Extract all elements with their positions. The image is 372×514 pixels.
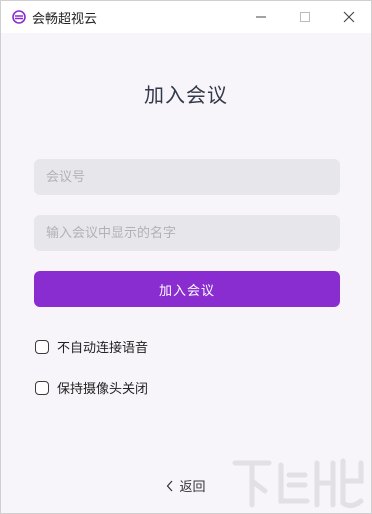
maximize-icon xyxy=(300,12,310,22)
back-label: 返回 xyxy=(179,480,206,495)
no-auto-audio-checkbox[interactable] xyxy=(35,339,49,354)
maximize-button[interactable] xyxy=(283,1,327,33)
page-title: 加入会议 xyxy=(144,83,228,107)
minimize-icon xyxy=(256,16,266,18)
camera-off-checkbox[interactable] xyxy=(35,380,49,395)
display-name-input[interactable] xyxy=(34,215,340,251)
title-bar[interactable]: 会畅超视云 xyxy=(1,1,371,33)
chevron-left-icon xyxy=(167,480,173,491)
join-meeting-button[interactable]: 加入会议 xyxy=(34,271,340,307)
meeting-id-input[interactable] xyxy=(34,159,340,195)
option-camera-off[interactable]: 保持摄像头关闭 xyxy=(35,378,148,397)
app-logo-icon xyxy=(12,10,26,24)
window-title: 会畅超视云 xyxy=(32,11,98,27)
window-controls xyxy=(239,1,371,33)
minimize-button[interactable] xyxy=(239,1,283,33)
no-auto-audio-label: 不自动连接语音 xyxy=(57,341,149,356)
close-button[interactable] xyxy=(327,1,371,33)
option-no-auto-audio[interactable]: 不自动连接语音 xyxy=(35,337,148,356)
close-icon xyxy=(343,11,355,23)
camera-off-label: 保持摄像头关闭 xyxy=(57,382,149,397)
app-window: 会畅超视云 加入会议 加入会议 不自动连接语音 xyxy=(0,0,372,514)
watermark-logo xyxy=(232,458,364,509)
